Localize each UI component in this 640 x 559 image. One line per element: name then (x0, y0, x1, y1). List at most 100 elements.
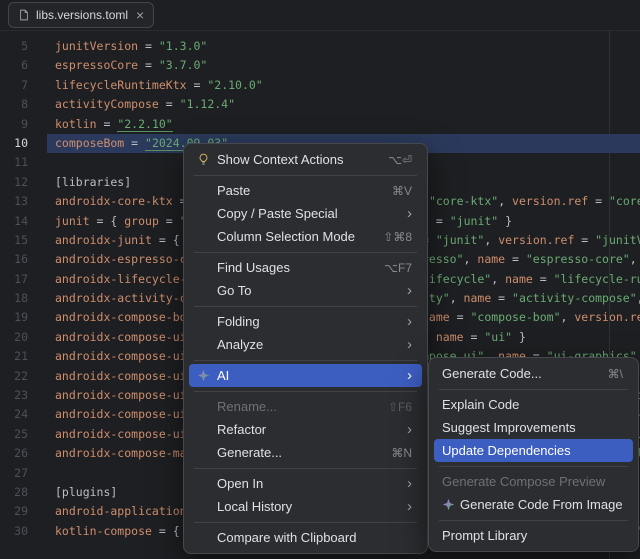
line-number: 9 (0, 115, 28, 134)
menu-item-suggest-improvements[interactable]: Suggest Improvements (434, 416, 633, 439)
menu-item-label: Column Selection Mode (217, 229, 371, 244)
code-segment: = (429, 214, 450, 228)
menu-item-folding[interactable]: Folding› (189, 310, 422, 333)
code-line-7[interactable]: 7lifecycleRuntimeKtx = "2.10.0" (0, 76, 640, 95)
chevron-right-icon: › (407, 314, 412, 329)
tab-libs-versions-toml[interactable]: libs.versions.toml × (8, 2, 154, 28)
menu-item-generate-compose-preview: Generate Compose Preview (434, 470, 633, 493)
line-number: 17 (0, 270, 28, 289)
menu-item-generate-code[interactable]: Generate Code... ⌘\ (434, 362, 633, 385)
code-segment: espressoCore (55, 58, 138, 72)
code-segment: [plugins] (55, 485, 117, 499)
code-line-6[interactable]: 6espressoCore = "3.7.0" (0, 56, 640, 75)
code-segment: version.ref (498, 233, 574, 247)
code-segment: androidx-compose-bom (55, 310, 193, 324)
menu-item-label: Update Dependencies (442, 443, 623, 458)
line-number: 10 (0, 134, 28, 153)
menu-item-label: Rename... (217, 399, 376, 414)
menu-item-copy-paste-special[interactable]: Copy / Paste Special› (189, 202, 422, 225)
menu-separator (194, 306, 417, 307)
menu-separator (194, 360, 417, 361)
code-segment: kotlin (55, 117, 97, 131)
line-number: 15 (0, 231, 28, 250)
menu-item-find-usages[interactable]: Find Usages⌥F7 (189, 256, 422, 279)
menu-item-update-dependencies[interactable]: Update Dependencies (434, 439, 633, 462)
code-segment: [libraries] (55, 175, 131, 189)
line-number: 28 (0, 483, 28, 502)
menu-item-compare-with-clipboard[interactable]: Compare with Clipboard (189, 526, 422, 549)
menu-item-generate-code-from-image[interactable]: Generate Code From Image (434, 493, 633, 516)
chevron-right-icon: › (407, 283, 412, 298)
menu-shortcut: ⇧F6 (388, 400, 412, 414)
menu-item-local-history[interactable]: Local History › (189, 495, 422, 518)
line-number: 16 (0, 250, 28, 269)
code-segment: , (630, 252, 640, 266)
line-number: 13 (0, 192, 28, 211)
menu-item-refactor[interactable]: Refactor› (189, 418, 422, 441)
line-number: 30 (0, 522, 28, 541)
code-segment: junitVersion (55, 39, 138, 53)
chevron-right-icon: › (407, 206, 412, 221)
code-segment: "core-ktx" (429, 194, 498, 208)
code-segment: = (187, 78, 208, 92)
code-line-5[interactable]: 5junitVersion = "1.3.0" (0, 37, 640, 56)
menu-item-show-context-actions[interactable]: Show Context Actions⌥⏎ (189, 148, 422, 171)
menu-item-open-in[interactable]: Open In› (189, 472, 422, 495)
menu-shortcut: ⌘\ (608, 367, 623, 381)
line-number: 19 (0, 308, 28, 327)
code-segment: version.ref (512, 194, 588, 208)
menu-item-explain-code[interactable]: Explain Code (434, 393, 633, 416)
code-segment: name (436, 330, 464, 344)
code-segment: } (512, 330, 526, 344)
code-segment: kotlin-compose (55, 524, 152, 538)
chevron-right-icon: › (407, 499, 412, 514)
editor-tab-bar: libs.versions.toml × (0, 0, 640, 31)
code-segment: "espresso-core" (526, 252, 630, 266)
code-line-text (28, 466, 55, 480)
menu-item-analyze[interactable]: Analyze› (189, 333, 422, 356)
line-number: 23 (0, 386, 28, 405)
code-line-text: espressoCore = "3.7.0" (28, 58, 207, 72)
intention-bulb-icon (197, 153, 217, 166)
menu-item-prompt-library[interactable]: Prompt Library (434, 524, 633, 547)
code-segment: "junit" (450, 214, 498, 228)
code-segment: = (138, 39, 159, 53)
menu-item-column-selection-mode[interactable]: Column Selection Mode⇧⌘8 (189, 225, 422, 248)
menu-separator (439, 520, 628, 521)
menu-shortcut: ⌘V (392, 184, 412, 198)
code-segment: , (498, 194, 512, 208)
menu-item-ai[interactable]: AI› (189, 364, 422, 387)
line-number: 25 (0, 425, 28, 444)
code-segment: = (450, 310, 471, 324)
code-segment: , (464, 252, 478, 266)
code-segment: , (561, 310, 575, 324)
code-segment: junit (55, 214, 90, 228)
code-line-text: kotlin = "2.2.10" (28, 117, 173, 131)
close-icon[interactable]: × (136, 8, 144, 22)
code-segment: = (574, 233, 595, 247)
code-segment: "3.7.0" (159, 58, 207, 72)
menu-item-label: Local History (217, 499, 395, 514)
code-segment: name (464, 291, 492, 305)
menu-item-label: Paste (217, 183, 380, 198)
menu-item-label: Generate Code... (442, 366, 596, 381)
code-segment: name (505, 272, 533, 286)
code-line-8[interactable]: 8activityCompose = "1.12.4" (0, 95, 640, 114)
menu-item-label: Analyze (217, 337, 395, 352)
menu-item-generate[interactable]: Generate...⌘N (189, 441, 422, 464)
code-segment: , (637, 291, 640, 305)
menu-separator (194, 175, 417, 176)
code-segment: "2.10.0" (207, 78, 262, 92)
code-line-text: [libraries] (28, 175, 131, 189)
menu-item-paste[interactable]: Paste ⌘V (189, 179, 422, 202)
code-segment: "junit" (436, 233, 484, 247)
code-segment: = (124, 136, 145, 150)
line-number: 22 (0, 367, 28, 386)
menu-item-go-to[interactable]: Go To› (189, 279, 422, 302)
menu-shortcut: ⌥F7 (384, 261, 412, 275)
code-segment: = (588, 194, 609, 208)
code-line-text: junitVersion = "1.3.0" (28, 39, 207, 53)
chevron-right-icon: › (407, 476, 412, 491)
code-line-9[interactable]: 9kotlin = "2.2.10" (0, 115, 640, 134)
code-segment: = (159, 97, 180, 111)
